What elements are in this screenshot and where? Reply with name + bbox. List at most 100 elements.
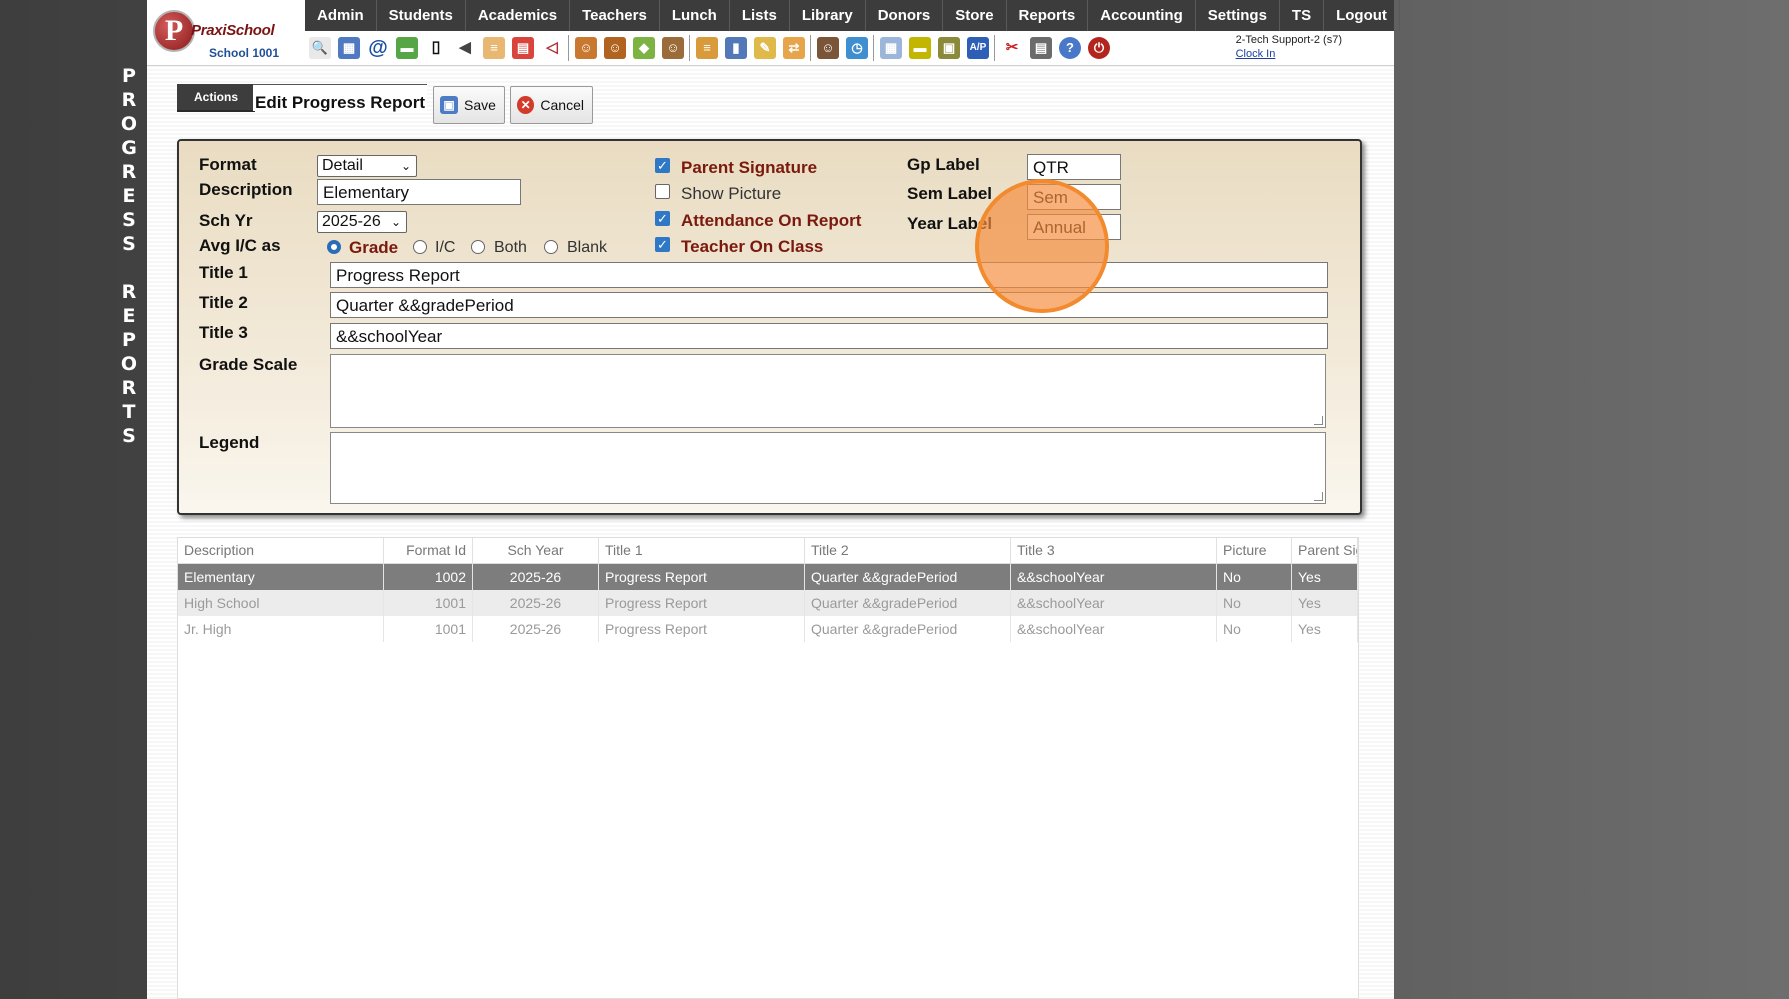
floppy-icon: ▣ <box>440 96 458 114</box>
sound-icon[interactable]: ◀ <box>454 37 476 59</box>
menu-teachers[interactable]: Teachers <box>570 0 660 31</box>
col-description[interactable]: Description <box>178 538 384 563</box>
calendar-icon[interactable]: ▤ <box>512 37 534 59</box>
avg-ic-label: Avg I/C as <box>199 236 281 255</box>
menu-library[interactable]: Library <box>790 0 866 31</box>
card-icon[interactable]: ▬ <box>909 37 931 59</box>
avg-both-radio[interactable] <box>471 240 485 254</box>
menu-store[interactable]: Store <box>943 0 1007 31</box>
cell-sch-year: 2025-26 <box>473 616 599 642</box>
search-icon[interactable]: 🔍 <box>309 37 331 59</box>
teacher-on-class-label[interactable]: Teacher On Class <box>681 237 823 257</box>
help-icon[interactable]: ? <box>1059 37 1081 59</box>
cell-title-2: Quarter &&gradePeriod <box>805 564 1011 590</box>
main-menu: Admin Students Academics Teachers Lunch … <box>305 0 1400 31</box>
avg-grade-radio[interactable] <box>327 240 341 254</box>
legend-textarea[interactable] <box>330 432 1326 504</box>
cell-picture: No <box>1217 564 1292 590</box>
printer-icon[interactable]: ▤ <box>1030 37 1052 59</box>
show-picture-checkbox[interactable] <box>655 184 670 199</box>
register-icon[interactable]: ▣ <box>938 37 960 59</box>
avg-both-label[interactable]: Both <box>494 239 527 257</box>
title-letter: E <box>122 305 136 327</box>
resize-handle[interactable] <box>1314 492 1323 501</box>
burger-icon[interactable]: ≡ <box>696 37 718 59</box>
announce-icon[interactable]: ◁ <box>541 37 563 59</box>
email-at-icon[interactable]: @ <box>367 37 389 59</box>
actions-tab[interactable]: Actions <box>177 84 255 112</box>
format-select[interactable]: Detail ⌄ <box>317 155 417 177</box>
book-icon[interactable]: ▮ <box>725 37 747 59</box>
resize-handle[interactable] <box>1314 416 1323 425</box>
menu-admin[interactable]: Admin <box>305 0 377 31</box>
col-sch-year[interactable]: Sch Year <box>473 538 599 563</box>
power-icon[interactable]: ⏻ <box>1088 37 1110 59</box>
menu-ts[interactable]: TS <box>1280 0 1325 31</box>
grade-scale-textarea[interactable] <box>330 354 1326 428</box>
avg-ic-option-label[interactable]: I/C <box>435 239 455 257</box>
teacher-on-class-checkbox[interactable]: ✓ <box>655 237 670 252</box>
format-value: Detail <box>322 157 363 174</box>
title-3-input[interactable]: &&schoolYear <box>330 323 1328 349</box>
attendance-on-report-checkbox[interactable]: ✓ <box>655 211 670 226</box>
attendance-on-report-label[interactable]: Attendance On Report <box>681 211 861 231</box>
sem-label-label: Sem Label <box>907 184 993 203</box>
col-parent-sig[interactable]: Parent Sig <box>1292 538 1358 563</box>
title-2-label: Title 2 <box>199 293 248 312</box>
parent-signature-checkbox[interactable]: ✓ <box>655 158 670 173</box>
clock-icon[interactable]: ◷ <box>846 37 868 59</box>
table-row[interactable]: Jr. High 1001 2025-26 Progress Report Qu… <box>178 616 1358 642</box>
table-row[interactable]: High School 1001 2025-26 Progress Report… <box>178 590 1358 616</box>
avg-ic-radio[interactable] <box>413 240 427 254</box>
title-1-input[interactable]: Progress Report <box>330 262 1328 288</box>
teacher-icon[interactable]: ☺ <box>604 37 626 59</box>
show-picture-label[interactable]: Show Picture <box>681 184 781 204</box>
avg-grade-label[interactable]: Grade <box>349 238 398 258</box>
table-header: Description Format Id Sch Year Title 1 T… <box>178 538 1358 564</box>
sch-yr-select[interactable]: 2025-26 ⌄ <box>317 211 407 233</box>
pdf-icon[interactable]: ✂ <box>1001 37 1023 59</box>
menu-lists[interactable]: Lists <box>730 0 790 31</box>
cell-picture: No <box>1217 590 1292 616</box>
table-row[interactable]: Elementary 1002 2025-26 Progress Report … <box>178 564 1358 590</box>
col-title-3[interactable]: Title 3 <box>1011 538 1217 563</box>
cell-sch-year: 2025-26 <box>473 590 599 616</box>
menu-accounting[interactable]: Accounting <box>1088 0 1196 31</box>
menu-academics[interactable]: Academics <box>466 0 571 31</box>
col-picture[interactable]: Picture <box>1217 538 1292 563</box>
menu-reports[interactable]: Reports <box>1007 0 1089 31</box>
praxischool-logo[interactable]: P PraxiSchool School 1001 <box>147 0 305 65</box>
col-title-2[interactable]: Title 2 <box>805 538 1011 563</box>
phone-icon[interactable]: ▯ <box>425 37 447 59</box>
save-button[interactable]: ▣ Save <box>433 86 505 124</box>
menu-settings[interactable]: Settings <box>1196 0 1280 31</box>
cancel-button[interactable]: ✕ Cancel <box>510 86 593 124</box>
col-title-1[interactable]: Title 1 <box>599 538 805 563</box>
cell-title-2: Quarter &&gradePeriod <box>805 616 1011 642</box>
gp-label-input[interactable]: QTR <box>1027 154 1121 180</box>
chat-icon[interactable]: ▬ <box>396 37 418 59</box>
family-icon[interactable]: ☺ <box>662 37 684 59</box>
col-format-id[interactable]: Format Id <box>384 538 473 563</box>
avg-blank-label[interactable]: Blank <box>567 239 607 257</box>
pencil-icon[interactable]: ✎ <box>754 37 776 59</box>
transfer-icon[interactable]: ⇄ <box>783 37 805 59</box>
student-icon[interactable]: ☺ <box>575 37 597 59</box>
staff-icon[interactable]: ☺ <box>817 37 839 59</box>
report-card-icon[interactable]: ≡ <box>483 37 505 59</box>
title-2-input[interactable]: Quarter &&gradePeriod <box>330 292 1328 318</box>
description-input[interactable]: Elementary <box>317 179 521 205</box>
menu-students[interactable]: Students <box>377 0 466 31</box>
tag-icon[interactable]: ◆ <box>633 37 655 59</box>
menu-donors[interactable]: Donors <box>866 0 944 31</box>
title-letter: R <box>121 281 137 303</box>
ap-icon[interactable]: A/P <box>967 37 989 59</box>
avg-blank-radio[interactable] <box>544 240 558 254</box>
menu-lunch[interactable]: Lunch <box>660 0 730 31</box>
calendar-grid-icon[interactable]: ▦ <box>338 37 360 59</box>
menu-logout[interactable]: Logout <box>1324 0 1400 31</box>
clock-in-link[interactable]: Clock In <box>1236 47 1342 61</box>
cancel-icon: ✕ <box>517 96 535 114</box>
sheet-icon[interactable]: ▦ <box>880 37 902 59</box>
parent-signature-label[interactable]: Parent Signature <box>681 158 817 178</box>
